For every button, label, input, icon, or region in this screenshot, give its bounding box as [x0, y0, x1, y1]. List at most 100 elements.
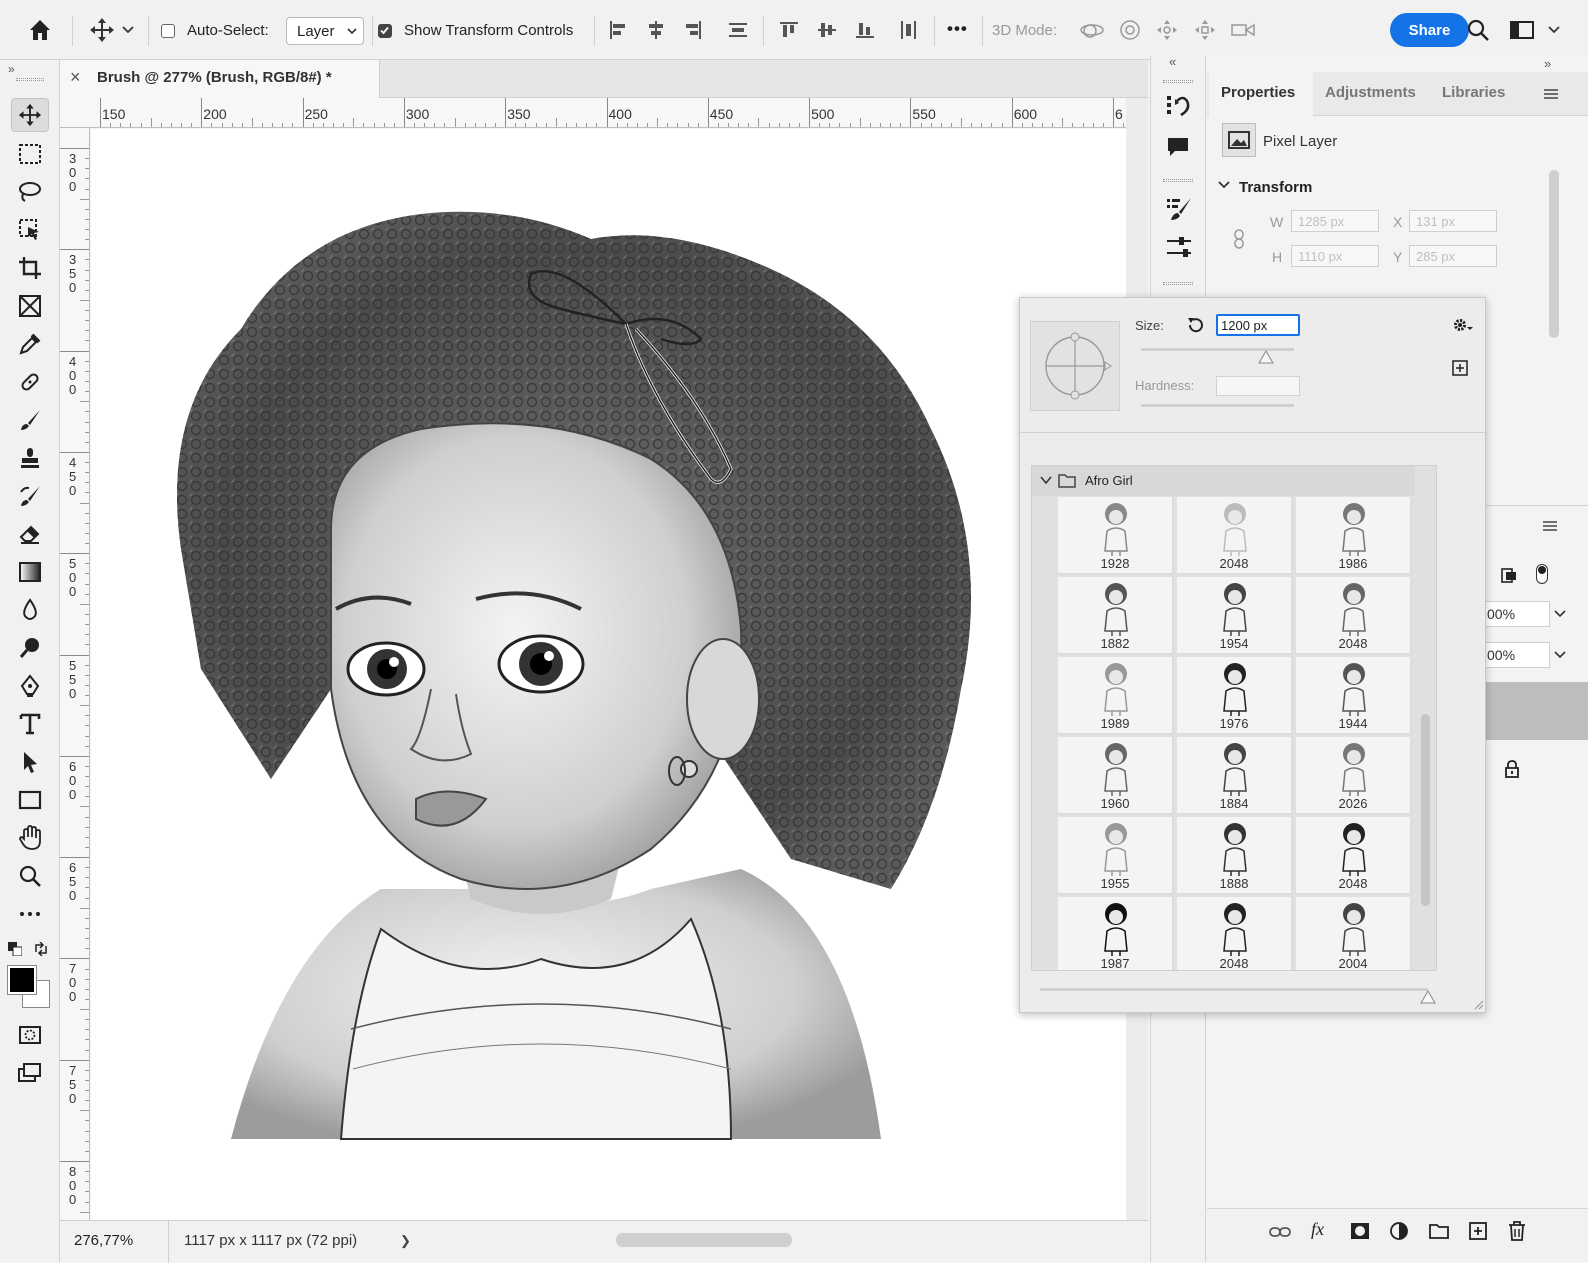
delete-layer-icon[interactable] [1508, 1221, 1526, 1241]
path-select-tool[interactable] [11, 745, 49, 779]
move-tool-icon[interactable] [86, 14, 118, 46]
tab-properties[interactable]: Properties [1221, 84, 1295, 101]
chevron-down-icon[interactable] [118, 14, 138, 46]
type-tool[interactable] [11, 707, 49, 741]
frame-tool[interactable] [11, 289, 49, 323]
default-colors-icon[interactable] [8, 942, 22, 956]
new-preset-icon[interactable] [1452, 360, 1468, 376]
align-top-icon[interactable] [773, 14, 805, 46]
share-button[interactable]: Share [1390, 13, 1469, 47]
brush-list-scrollbar[interactable] [1421, 714, 1430, 906]
align-middle-v-icon[interactable] [811, 14, 843, 46]
align-left-icon[interactable] [602, 14, 634, 46]
workspace-icon[interactable] [1506, 14, 1538, 46]
panel-menu-icon[interactable] [1542, 520, 1558, 532]
folder-row[interactable]: Afro Girl [1032, 466, 1415, 496]
reset-size-icon[interactable] [1186, 316, 1204, 334]
brush-preset-item[interactable]: 1888 [1177, 817, 1293, 895]
lock-icon[interactable] [1504, 760, 1520, 778]
layer-mask-icon[interactable] [1350, 1222, 1370, 1240]
align-center-h-icon[interactable] [640, 14, 672, 46]
hardness-slider-track[interactable] [1141, 404, 1294, 407]
foreground-color-swatch[interactable] [7, 965, 37, 995]
eyedropper-tool[interactable] [11, 327, 49, 361]
brush-preset-item[interactable]: 1928 [1058, 497, 1174, 575]
preview-size-thumb[interactable] [1420, 990, 1436, 1004]
brush-preset-item[interactable]: 1944 [1296, 657, 1412, 735]
fill-field[interactable]: 00% [1484, 642, 1550, 668]
brush-preset-item[interactable]: 1884 [1177, 737, 1293, 815]
healing-brush-tool[interactable] [11, 365, 49, 399]
brush-preset-item[interactable]: 1976 [1177, 657, 1293, 735]
brush-preset-item[interactable]: 1987 [1058, 897, 1174, 970]
more-options-button[interactable]: ••• [947, 19, 968, 39]
grip-handle[interactable] [16, 78, 44, 81]
horizontal-scrollbar-thumb[interactable] [616, 1233, 792, 1247]
distribute-vertical-icon[interactable] [893, 14, 925, 46]
new-layer-icon[interactable] [1468, 1221, 1488, 1241]
gear-icon[interactable] [1452, 317, 1474, 333]
crop-tool[interactable] [11, 251, 49, 285]
more-tools-button[interactable] [11, 897, 49, 931]
link-layers-icon[interactable] [1269, 1225, 1291, 1239]
status-menu-arrow[interactable]: ❯ [400, 1233, 411, 1249]
swap-colors-icon[interactable] [34, 942, 48, 956]
transform-section-title[interactable]: Transform [1239, 179, 1312, 196]
gradient-tool[interactable] [11, 555, 49, 589]
preview-size-slider[interactable] [1040, 988, 1428, 991]
3d-pan-icon[interactable] [1151, 14, 1183, 46]
selected-layer-row[interactable] [1486, 682, 1588, 740]
chevron-down-icon[interactable] [1554, 651, 1566, 659]
chevron-down-icon[interactable] [1544, 14, 1564, 46]
comments-icon[interactable] [1165, 134, 1191, 160]
brush-preset-item[interactable]: 2048 [1177, 497, 1293, 575]
adjust-settings-icon[interactable] [1165, 235, 1193, 261]
distribute-icon[interactable] [722, 14, 754, 46]
brush-preset-item[interactable]: 2048 [1296, 817, 1412, 895]
chevron-down-icon[interactable] [1217, 180, 1231, 190]
history-panel-icon[interactable] [1165, 93, 1191, 119]
object-select-tool[interactable] [11, 213, 49, 247]
fx-icon[interactable]: fx [1311, 1219, 1324, 1240]
resize-grip-icon[interactable] [1472, 998, 1484, 1010]
brush-settings-icon[interactable] [1165, 195, 1193, 223]
brush-preset-item[interactable]: 1986 [1296, 497, 1412, 575]
x-field[interactable]: 131 px [1409, 210, 1497, 232]
zoom-tool[interactable] [11, 859, 49, 893]
document-tab[interactable]: × Brush @ 277% (Brush, RGB/8#) * [60, 60, 380, 98]
width-field[interactable]: 1285 px [1291, 210, 1379, 232]
adjustment-layer-icon[interactable] [1389, 1221, 1409, 1241]
brush-preset-item[interactable]: 1882 [1058, 577, 1174, 655]
layer-filter-icon[interactable] [1500, 566, 1518, 584]
size-field[interactable]: 1200 px [1216, 314, 1300, 336]
3d-camera-icon[interactable] [1228, 14, 1260, 46]
brush-preset-item[interactable]: 1989 [1058, 657, 1174, 735]
group-folder-icon[interactable] [1429, 1222, 1449, 1240]
brush-preset-item[interactable]: 1955 [1058, 817, 1174, 895]
screen-mode-button[interactable] [11, 1056, 49, 1090]
lasso-tool[interactable] [11, 175, 49, 209]
filter-toggle[interactable] [1536, 564, 1548, 584]
collapse-arrows-icon[interactable]: » [8, 62, 15, 76]
dodge-tool[interactable] [11, 631, 49, 665]
auto-select-dropdown[interactable]: Layer [286, 17, 364, 45]
stamp-tool[interactable] [11, 441, 49, 475]
history-brush-tool[interactable] [11, 479, 49, 513]
pen-tool[interactable] [11, 669, 49, 703]
3d-roll-icon[interactable] [1114, 14, 1146, 46]
collapse-arrows-icon[interactable]: « [1169, 54, 1176, 69]
search-icon[interactable] [1462, 14, 1494, 46]
tab-libraries[interactable]: Libraries [1442, 84, 1505, 101]
panel-menu-icon[interactable] [1543, 88, 1559, 100]
align-bottom-icon[interactable] [849, 14, 881, 46]
auto-select-checkbox[interactable] [161, 24, 175, 38]
size-slider-thumb[interactable] [1258, 350, 1275, 364]
show-transform-checkbox[interactable] [378, 24, 392, 38]
zoom-level[interactable]: 276,77% [74, 1232, 133, 1249]
chevron-down-icon[interactable] [1554, 610, 1566, 618]
brush-preset-item[interactable]: 2048 [1177, 897, 1293, 970]
brush-preset-item[interactable]: 2048 [1296, 577, 1412, 655]
move-tool[interactable] [11, 98, 49, 132]
brush-preset-item[interactable]: 2026 [1296, 737, 1412, 815]
y-field[interactable]: 285 px [1409, 245, 1497, 267]
